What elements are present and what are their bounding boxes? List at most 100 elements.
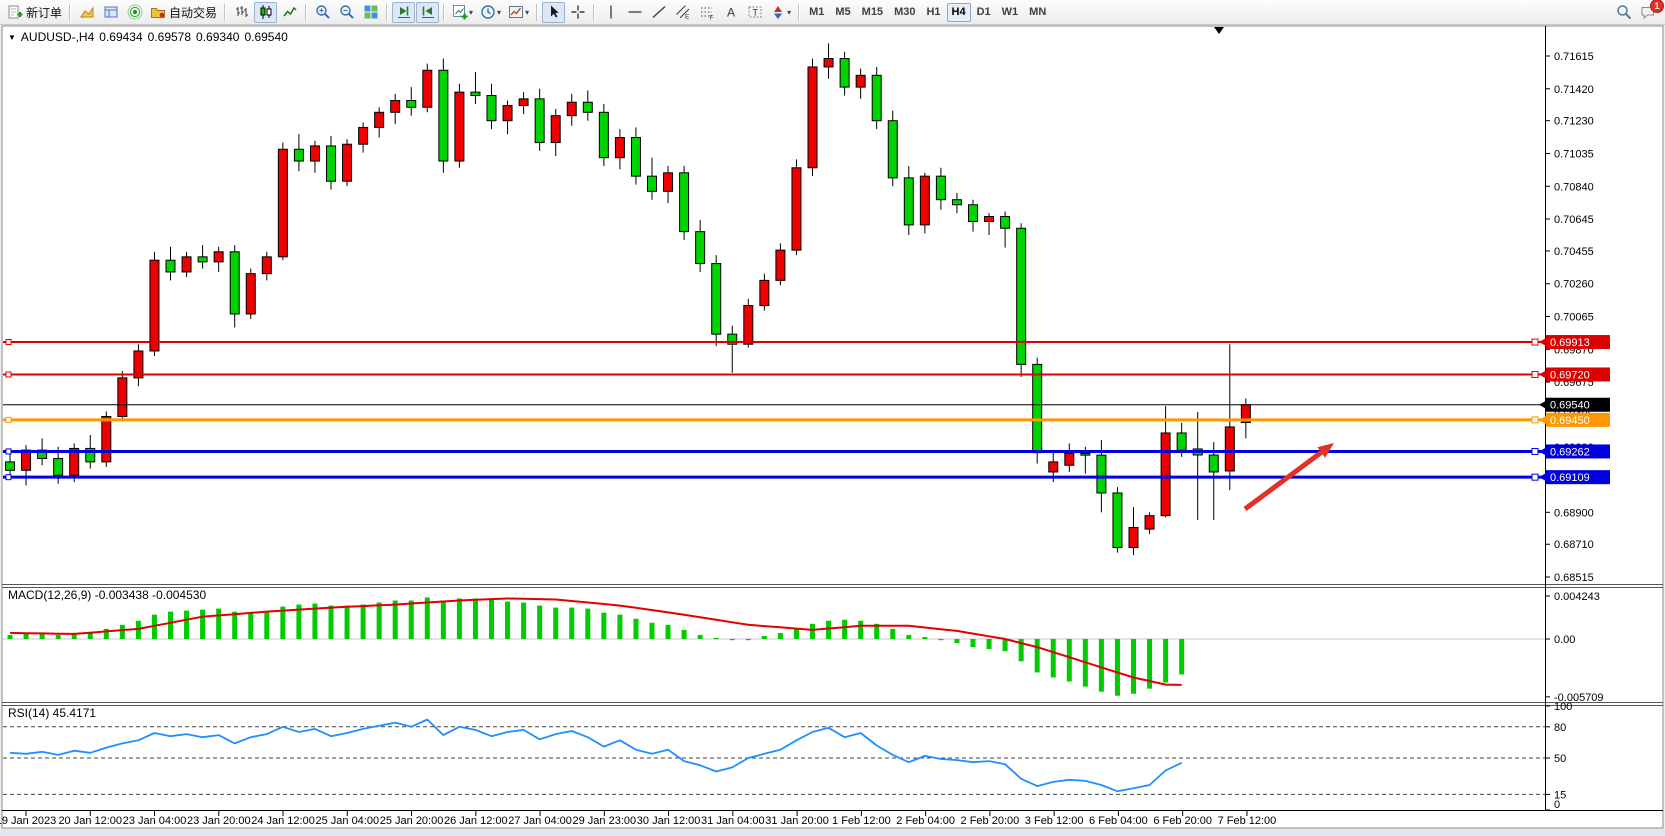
candle-body xyxy=(1209,455,1218,472)
notifications-button[interactable]: 1 xyxy=(1636,2,1659,23)
macd-bar xyxy=(345,606,350,639)
macd-bar xyxy=(971,639,976,647)
level-price-label: 0.69109 xyxy=(1550,472,1590,484)
macd-bar xyxy=(377,603,382,639)
candle-body xyxy=(54,459,63,476)
macd-bar xyxy=(537,606,542,639)
candle-body xyxy=(840,59,849,88)
auto-scroll-button[interactable] xyxy=(392,2,415,23)
level-price-label: 0.69913 xyxy=(1550,337,1590,349)
level-handle[interactable] xyxy=(6,449,11,454)
text-button[interactable]: A xyxy=(719,2,742,23)
macd-bar xyxy=(56,635,61,639)
chart-shift-button[interactable] xyxy=(416,2,439,23)
tab-timeframe-m1[interactable]: M1 xyxy=(804,3,829,22)
tab-timeframe-m30[interactable]: M30 xyxy=(889,3,920,22)
candle-body xyxy=(985,217,994,222)
svg-text:A: A xyxy=(727,6,735,20)
chart-canvas[interactable]: 0.716150.714200.712300.710350.708400.706… xyxy=(0,0,1665,836)
candle-body xyxy=(198,257,207,262)
candle-body xyxy=(1081,453,1090,455)
price-tick-label: 0.70455 xyxy=(1554,246,1594,258)
tab-timeframe-m5[interactable]: M5 xyxy=(830,3,855,22)
tab-timeframe-h1[interactable]: H1 xyxy=(921,3,945,22)
candle-body xyxy=(856,75,865,87)
tab-timeframe-d1[interactable]: D1 xyxy=(972,3,996,22)
search-button[interactable] xyxy=(1612,2,1635,23)
time-tick-label: 23 Jan 04:00 xyxy=(123,815,187,827)
new-order-button[interactable]: 新订单 xyxy=(4,2,65,23)
horizontal-line-button[interactable] xyxy=(623,2,646,23)
chart-high-value: 0.69578 xyxy=(148,30,191,44)
macd-bar xyxy=(1035,639,1040,672)
bar-chart-type-button[interactable] xyxy=(230,2,253,23)
tab-timeframe-m15[interactable]: M15 xyxy=(857,3,888,22)
tab-timeframe-h4[interactable]: H4 xyxy=(947,3,971,22)
candle-body xyxy=(294,149,303,161)
level-handle[interactable] xyxy=(6,475,11,480)
zoom-out-button[interactable] xyxy=(335,2,358,23)
zoom-in-button[interactable] xyxy=(311,2,334,23)
label-button[interactable]: T xyxy=(743,2,766,23)
candlestick-chart-type-button[interactable] xyxy=(254,2,277,23)
macd-bar xyxy=(1003,639,1008,651)
toolbar-separator xyxy=(305,4,307,21)
fibonacci-button[interactable]: F xyxy=(695,2,718,23)
macd-bar xyxy=(441,600,446,639)
macd-bar xyxy=(232,612,237,639)
trendline-button[interactable] xyxy=(647,2,670,23)
crosshair-icon xyxy=(570,4,586,20)
macd-bar xyxy=(858,621,863,639)
navigator-button[interactable] xyxy=(123,2,146,23)
level-handle[interactable] xyxy=(1532,371,1538,377)
price-tick-label: 0.71420 xyxy=(1554,84,1594,96)
candle-body xyxy=(182,257,191,272)
macd-bar xyxy=(393,600,398,639)
tile-windows-button[interactable] xyxy=(359,2,382,23)
macd-indicator-label: MACD(12,26,9) -0.003438 -0.004530 xyxy=(8,588,206,602)
indicators-button[interactable]: ▾ xyxy=(449,2,476,23)
periods-button[interactable]: ▾ xyxy=(477,2,504,23)
time-tick-label: 27 Jan 04:00 xyxy=(508,815,572,827)
tile-windows-icon xyxy=(363,4,379,20)
level-handle[interactable] xyxy=(1532,339,1538,345)
macd-bar xyxy=(521,603,526,639)
level-handle[interactable] xyxy=(1532,448,1538,454)
toolbar-separator xyxy=(536,4,538,21)
data-window-button[interactable] xyxy=(99,2,122,23)
level-handle[interactable] xyxy=(6,372,11,377)
auto-trading-button[interactable]: 自动交易 xyxy=(147,2,220,23)
candle-body xyxy=(102,417,111,462)
level-handle[interactable] xyxy=(6,340,11,345)
templates-button[interactable]: ▾ xyxy=(505,2,532,23)
tab-timeframe-w1[interactable]: W1 xyxy=(997,3,1024,22)
market-watch-button[interactable] xyxy=(75,2,98,23)
tab-timeframe-mn[interactable]: MN xyxy=(1024,3,1051,22)
candle-body xyxy=(952,200,961,205)
cursor-button[interactable] xyxy=(542,2,565,23)
candle-body xyxy=(744,306,753,345)
level-handle[interactable] xyxy=(1532,474,1538,480)
macd-bar xyxy=(1163,639,1168,683)
line-chart-type-button[interactable] xyxy=(278,2,301,23)
candle-body xyxy=(567,102,576,115)
macd-bar xyxy=(8,635,13,639)
macd-bar xyxy=(617,615,622,639)
macd-bar xyxy=(762,636,767,639)
time-tick-label: 25 Jan 04:00 xyxy=(315,815,379,827)
crosshair-button[interactable] xyxy=(566,2,589,23)
chart-low-value: 0.69340 xyxy=(196,30,239,44)
equidistant-channel-button[interactable]: E xyxy=(671,2,694,23)
macd-bar xyxy=(200,610,205,639)
arrows-button[interactable]: ▾ xyxy=(767,2,794,23)
level-handle[interactable] xyxy=(6,417,11,422)
candle-body xyxy=(519,99,528,106)
time-tick-label: 1 Feb 12:00 xyxy=(832,815,891,827)
candle-body xyxy=(664,173,673,191)
vertical-line-button[interactable] xyxy=(599,2,622,23)
level-handle[interactable] xyxy=(1532,417,1538,423)
chevron-down-icon[interactable]: ▼ xyxy=(8,33,16,42)
macd-bar xyxy=(585,609,590,639)
window-bottom-strip xyxy=(0,829,1665,836)
time-tick-label: 7 Feb 12:00 xyxy=(1218,815,1277,827)
